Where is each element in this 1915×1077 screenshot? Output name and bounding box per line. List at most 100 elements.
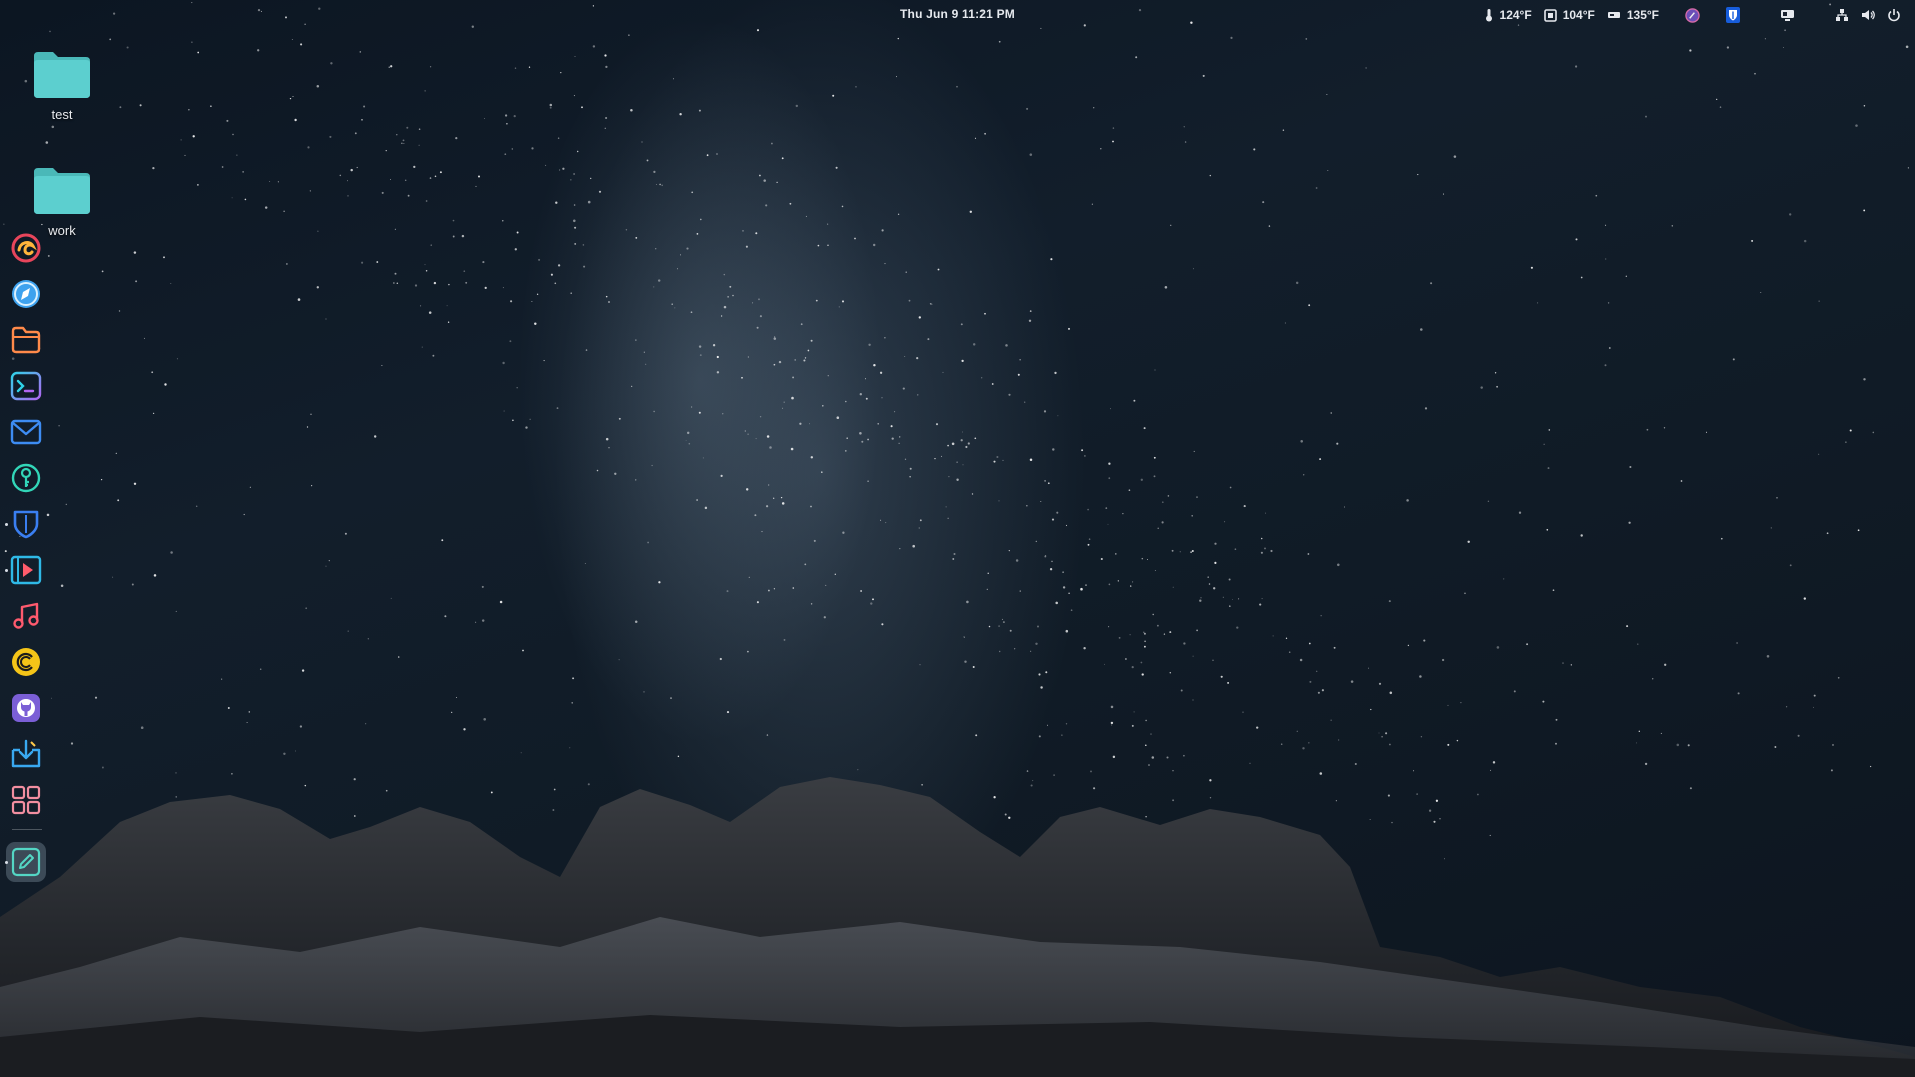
star xyxy=(310,413,312,415)
folder-icon xyxy=(34,52,90,98)
star xyxy=(328,559,330,562)
star xyxy=(1191,549,1194,553)
star xyxy=(774,336,776,338)
star xyxy=(884,337,886,339)
bitwarden-indicator[interactable] xyxy=(1726,5,1740,25)
star xyxy=(1199,599,1202,602)
star xyxy=(861,440,864,443)
star xyxy=(1607,302,1610,304)
star xyxy=(963,636,965,638)
star xyxy=(481,585,484,588)
network-indicator[interactable] xyxy=(1835,5,1849,25)
star xyxy=(1628,521,1631,524)
desktop-folder-test[interactable]: test xyxy=(22,50,102,122)
star xyxy=(608,301,610,303)
dock-app-terminal[interactable] xyxy=(4,366,48,406)
dock-app-files[interactable] xyxy=(4,320,48,360)
display-indicator[interactable] xyxy=(1780,5,1795,25)
star xyxy=(643,351,645,353)
star xyxy=(291,38,293,40)
star xyxy=(522,649,524,652)
star xyxy=(700,218,702,221)
drive-temp-indicator[interactable]: 135°F xyxy=(1607,5,1671,25)
star xyxy=(1420,736,1423,738)
dock-app-passwords[interactable] xyxy=(4,458,48,498)
dock-app-spiral[interactable] xyxy=(4,642,48,682)
star xyxy=(418,128,421,130)
star xyxy=(698,411,701,414)
star xyxy=(712,344,716,347)
star xyxy=(441,539,444,542)
star xyxy=(257,49,260,52)
dock-app-music[interactable] xyxy=(4,596,48,636)
dock-app-software-installer[interactable] xyxy=(4,734,48,774)
star xyxy=(354,132,357,135)
star xyxy=(1785,706,1788,708)
star xyxy=(965,445,968,449)
star xyxy=(827,244,829,246)
dock-app-text-editor[interactable] xyxy=(4,842,48,882)
star xyxy=(511,148,513,150)
star xyxy=(854,237,856,240)
star xyxy=(825,584,827,586)
volume-indicator[interactable] xyxy=(1861,5,1875,25)
dock-app-grid[interactable] xyxy=(4,780,48,820)
star xyxy=(119,106,122,109)
star xyxy=(1625,275,1627,277)
star xyxy=(1140,661,1143,664)
dock-app-media-player[interactable] xyxy=(4,550,48,590)
star xyxy=(698,345,702,348)
star xyxy=(653,170,656,174)
cpu-temp-indicator[interactable]: 124°F xyxy=(1484,5,1544,25)
star xyxy=(1548,429,1551,431)
star xyxy=(1019,359,1021,361)
star xyxy=(188,109,190,111)
star xyxy=(1213,587,1216,590)
star xyxy=(654,247,657,250)
star xyxy=(1002,621,1005,624)
star xyxy=(1015,559,1019,562)
star xyxy=(756,326,759,329)
star xyxy=(316,84,320,88)
clock-label[interactable]: Thu Jun 9 11:21 PM xyxy=(900,7,1015,21)
star xyxy=(1719,106,1722,108)
star xyxy=(587,200,591,204)
star xyxy=(846,437,848,439)
star xyxy=(605,116,608,120)
star xyxy=(628,34,630,36)
star xyxy=(531,301,533,303)
star xyxy=(1028,319,1032,323)
star xyxy=(759,315,762,318)
star xyxy=(1153,475,1156,478)
dock-app-bitwarden[interactable] xyxy=(4,504,48,544)
thermometer-icon xyxy=(1485,9,1492,22)
gpu-temp-indicator[interactable]: 104°F xyxy=(1543,5,1607,25)
star xyxy=(653,410,655,413)
firefox-icon xyxy=(11,233,41,263)
key-icon xyxy=(11,463,41,493)
star xyxy=(1338,739,1340,741)
dock-app-web-browser[interactable] xyxy=(4,274,48,314)
dock-app-github[interactable] xyxy=(4,688,48,728)
star xyxy=(987,572,989,574)
star xyxy=(484,118,486,119)
dock-app-firefox[interactable] xyxy=(4,228,48,268)
star xyxy=(881,229,884,232)
star xyxy=(727,296,729,298)
star xyxy=(1212,659,1214,661)
star xyxy=(286,263,288,265)
star xyxy=(329,135,332,138)
star xyxy=(761,531,763,533)
dock-app-mail[interactable] xyxy=(4,412,48,452)
star xyxy=(1732,358,1735,361)
star xyxy=(720,474,723,477)
star xyxy=(1144,640,1146,643)
star xyxy=(1813,706,1815,708)
star xyxy=(1061,734,1063,736)
star xyxy=(1336,442,1339,445)
star xyxy=(289,97,292,100)
star xyxy=(991,383,994,385)
star xyxy=(1190,551,1192,554)
power-indicator[interactable] xyxy=(1887,5,1901,25)
color-picker-indicator[interactable] xyxy=(1685,5,1700,25)
